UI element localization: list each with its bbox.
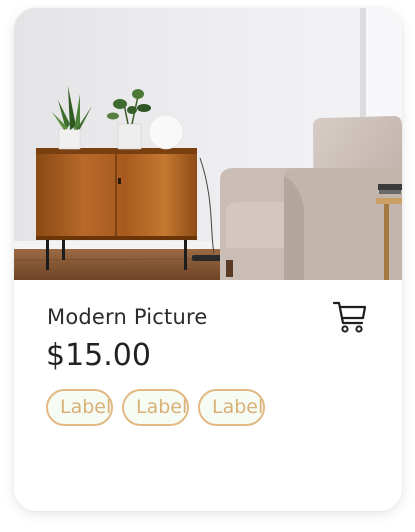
product-card[interactable]: Modern Picture $15.00 Label Label Label [14,8,402,511]
add-to-cart-button[interactable] [330,297,370,337]
product-price: $15.00 [46,338,151,373]
product-title: Modern Picture [47,305,208,329]
cart-icon [332,301,367,333]
label-chip[interactable]: Label [122,389,189,426]
label-chip[interactable]: Label [198,389,265,426]
product-image [14,8,402,280]
label-chip[interactable]: Label [46,389,113,426]
label-list: Label Label Label [46,389,265,426]
